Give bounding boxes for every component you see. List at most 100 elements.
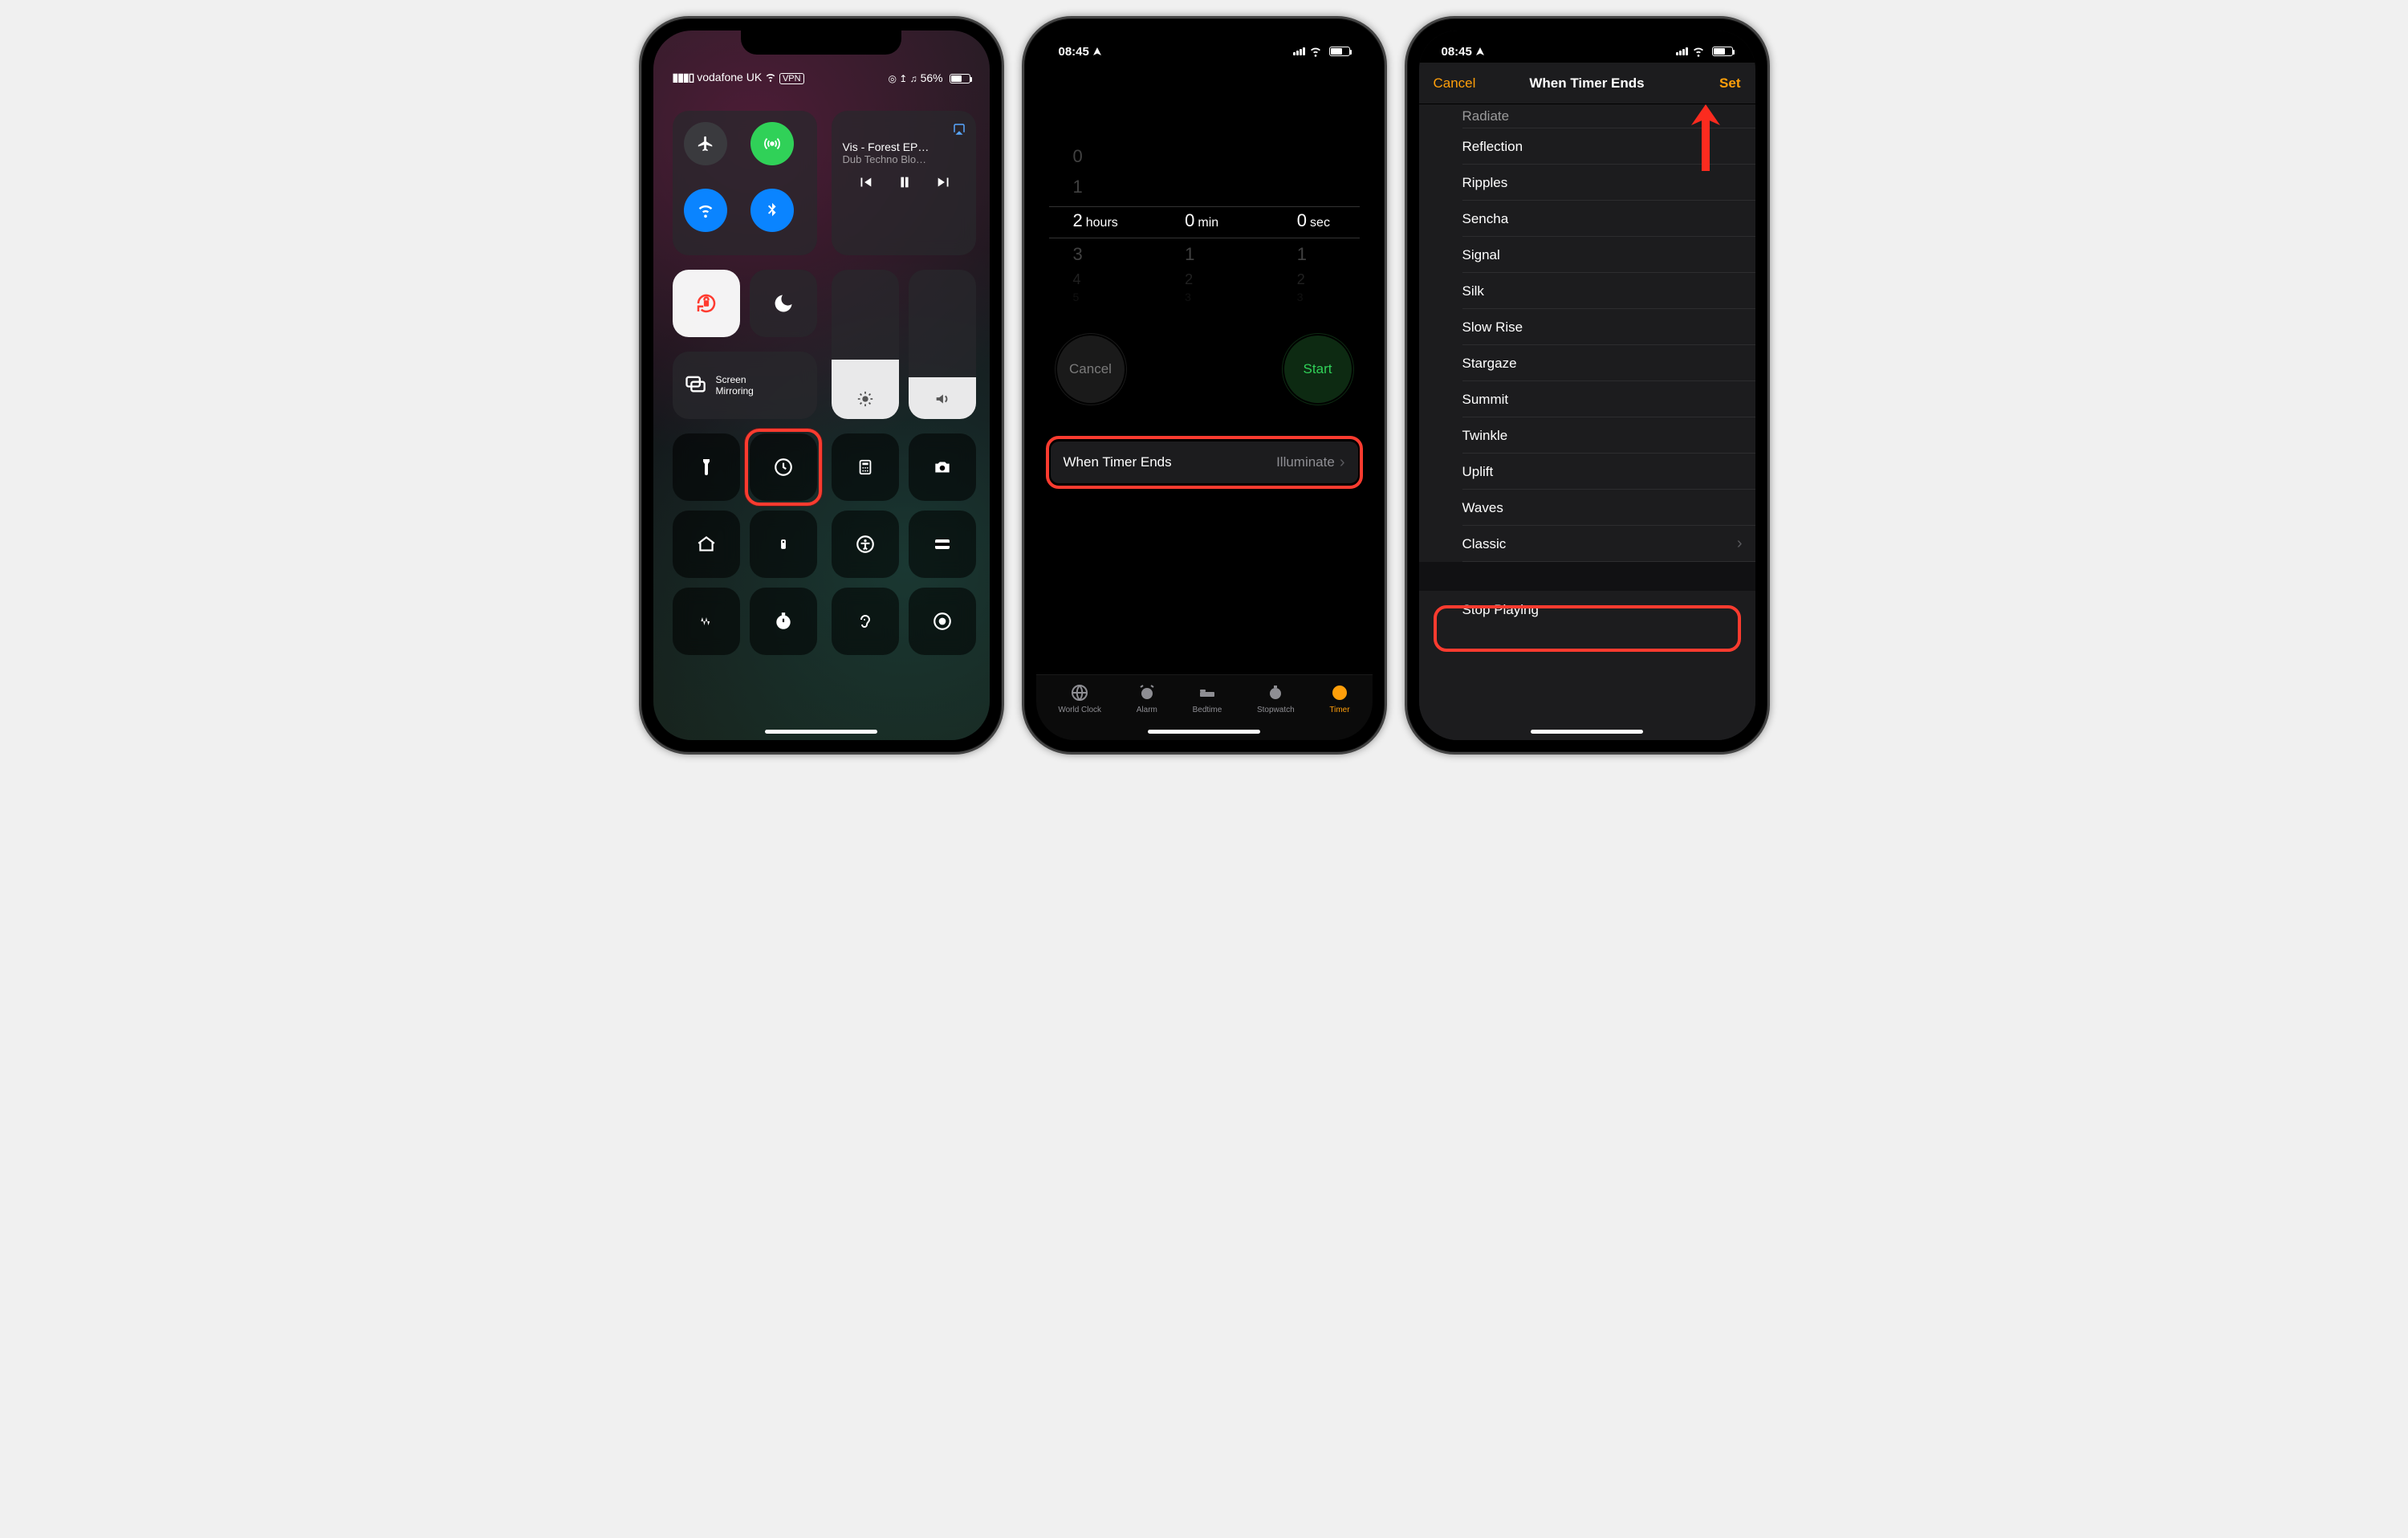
picker-value: 3: [1148, 291, 1260, 303]
ringtone-option[interactable]: Slow Rise: [1419, 309, 1755, 345]
apple-tv-remote-button[interactable]: [750, 511, 817, 578]
airplane-mode-toggle[interactable]: [684, 122, 727, 165]
wifi-toggle[interactable]: [684, 189, 727, 232]
orientation-lock-toggle[interactable]: [673, 270, 740, 337]
ringtone-option-cut[interactable]: Radiate: [1419, 104, 1755, 128]
vpn-badge: VPN: [779, 73, 804, 84]
accessibility-button[interactable]: [832, 511, 899, 578]
modal-title: When Timer Ends: [1529, 75, 1644, 92]
modal-nav-bar: Cancel When Timer Ends Set: [1419, 63, 1755, 104]
status-right: ◎ ↥ ♫ 56%: [888, 71, 970, 84]
set-button[interactable]: Set: [1705, 63, 1755, 104]
ringtone-option[interactable]: Summit: [1419, 381, 1755, 417]
picker-value: 5: [1036, 291, 1149, 303]
screen-record-button[interactable]: [909, 588, 976, 655]
home-indicator[interactable]: [1148, 730, 1260, 734]
next-track-button[interactable]: [935, 173, 953, 195]
volume-slider[interactable]: [909, 270, 976, 419]
clock-time: 08:45: [1059, 45, 1089, 59]
picker-value: 1: [1148, 244, 1260, 265]
signal-icon: [1676, 47, 1688, 55]
media-transport: [856, 173, 953, 195]
home-button[interactable]: [673, 511, 740, 578]
tab-alarm[interactable]: Alarm: [1137, 683, 1157, 714]
camera-button[interactable]: [909, 433, 976, 501]
ringtone-option[interactable]: Twinkle: [1419, 417, 1755, 454]
flashlight-button[interactable]: [673, 433, 740, 501]
cancel-button[interactable]: Cancel: [1419, 63, 1491, 104]
wifi-icon: [1309, 45, 1322, 58]
classic-option[interactable]: Classic ›: [1419, 526, 1755, 562]
time-picker[interactable]: 0 1 2hours 3 4 5 0min 1 2 3 0sec 1 2 3: [1036, 127, 1373, 303]
home-indicator[interactable]: [1531, 730, 1643, 734]
timer-screen: 08:45 0 1 2hours 3 4 5 0min 1 2 3: [1036, 31, 1373, 740]
minutes-selected: 0min: [1148, 210, 1260, 231]
picker-value: 2: [1148, 271, 1260, 288]
minutes-label: min: [1198, 216, 1218, 230]
wallet-button[interactable]: [909, 511, 976, 578]
control-center-status-bar: ▮▮▮▯ vodafone UK VPN ◎ ↥ ♫ 56%: [653, 71, 990, 84]
hours-column[interactable]: 0 1 2hours 3 4 5: [1036, 127, 1149, 303]
tab-label: Bedtime: [1193, 706, 1222, 714]
ringtone-option[interactable]: Ripples: [1419, 165, 1755, 201]
ringtone-option[interactable]: Signal: [1419, 237, 1755, 273]
do-not-disturb-toggle[interactable]: [750, 270, 817, 337]
bluetooth-toggle[interactable]: [750, 189, 794, 232]
airplay-icon[interactable]: [952, 122, 966, 140]
timer-buttons: Cancel Start: [1036, 336, 1373, 403]
device-frame-1: ▮▮▮▯ vodafone UK VPN ◎ ↥ ♫ 56%: [639, 16, 1004, 755]
wifi-icon: [1692, 45, 1705, 58]
picker-value: 1: [1036, 177, 1149, 197]
ringtone-option[interactable]: Reflection: [1419, 128, 1755, 165]
calculator-button[interactable]: [832, 433, 899, 501]
tab-label: World Clock: [1058, 706, 1101, 714]
sound-recognition-button[interactable]: [673, 588, 740, 655]
start-button[interactable]: Start: [1284, 336, 1352, 403]
ringtone-option[interactable]: Silk: [1419, 273, 1755, 309]
highlight-stop-playing: [1434, 605, 1741, 652]
battery-icon: [1712, 47, 1733, 56]
now-playing-tile[interactable]: Vis - Forest EP… Dub Techno Blo…: [832, 111, 976, 255]
highlight-when-timer-ends: [1046, 436, 1363, 489]
tab-world-clock[interactable]: World Clock: [1058, 683, 1101, 714]
ringtone-option[interactable]: Stargaze: [1419, 345, 1755, 381]
clock-time: 08:45: [1442, 45, 1472, 59]
screen-mirroring-icon: [684, 372, 706, 399]
notch: [1124, 31, 1284, 55]
section-gap: [1419, 562, 1755, 591]
notch: [1507, 31, 1667, 55]
cellular-data-toggle[interactable]: [750, 122, 794, 165]
device-frame-2: 08:45 0 1 2hours 3 4 5 0min 1 2 3: [1022, 16, 1387, 755]
media-title: Vis - Forest EP…: [843, 140, 966, 153]
tab-timer[interactable]: Timer: [1329, 683, 1349, 714]
tab-label: Timer: [1329, 706, 1349, 714]
seconds-column[interactable]: 0sec 1 2 3: [1260, 127, 1373, 303]
screen-mirroring-button[interactable]: Screen Mirroring: [673, 352, 817, 419]
home-indicator[interactable]: [765, 730, 877, 734]
when-timer-ends-screen: 08:45 Cancel When Timer Ends Set Radia: [1419, 31, 1755, 740]
notch: [741, 31, 901, 55]
hours-selected: 2hours: [1036, 210, 1149, 231]
brightness-slider[interactable]: [832, 270, 899, 419]
tab-label: Alarm: [1137, 706, 1157, 714]
picker-value: 1: [1260, 244, 1373, 265]
minutes-column[interactable]: 0min 1 2 3: [1148, 127, 1260, 303]
media-subtitle: Dub Techno Blo…: [843, 153, 966, 165]
tab-bedtime[interactable]: Bedtime: [1193, 683, 1222, 714]
pause-button[interactable]: [896, 173, 913, 195]
chevron-right-icon: ›: [1737, 535, 1743, 553]
prev-track-button[interactable]: [856, 173, 874, 195]
cancel-button[interactable]: Cancel: [1057, 336, 1125, 403]
status-left: ▮▮▮▯ vodafone UK VPN: [673, 71, 804, 84]
battery-percent: 56%: [921, 71, 943, 84]
ringtone-option[interactable]: Sencha: [1419, 201, 1755, 237]
picker-value: 4: [1036, 271, 1149, 288]
battery-icon: [1329, 47, 1350, 56]
tab-stopwatch[interactable]: Stopwatch: [1257, 683, 1295, 714]
carrier-label: vodafone UK: [697, 71, 762, 83]
connectivity-tile[interactable]: [673, 111, 817, 255]
ringtone-option[interactable]: Waves: [1419, 490, 1755, 526]
hearing-button[interactable]: [832, 588, 899, 655]
ringtone-option[interactable]: Uplift: [1419, 454, 1755, 490]
stopwatch-button[interactable]: [750, 588, 817, 655]
